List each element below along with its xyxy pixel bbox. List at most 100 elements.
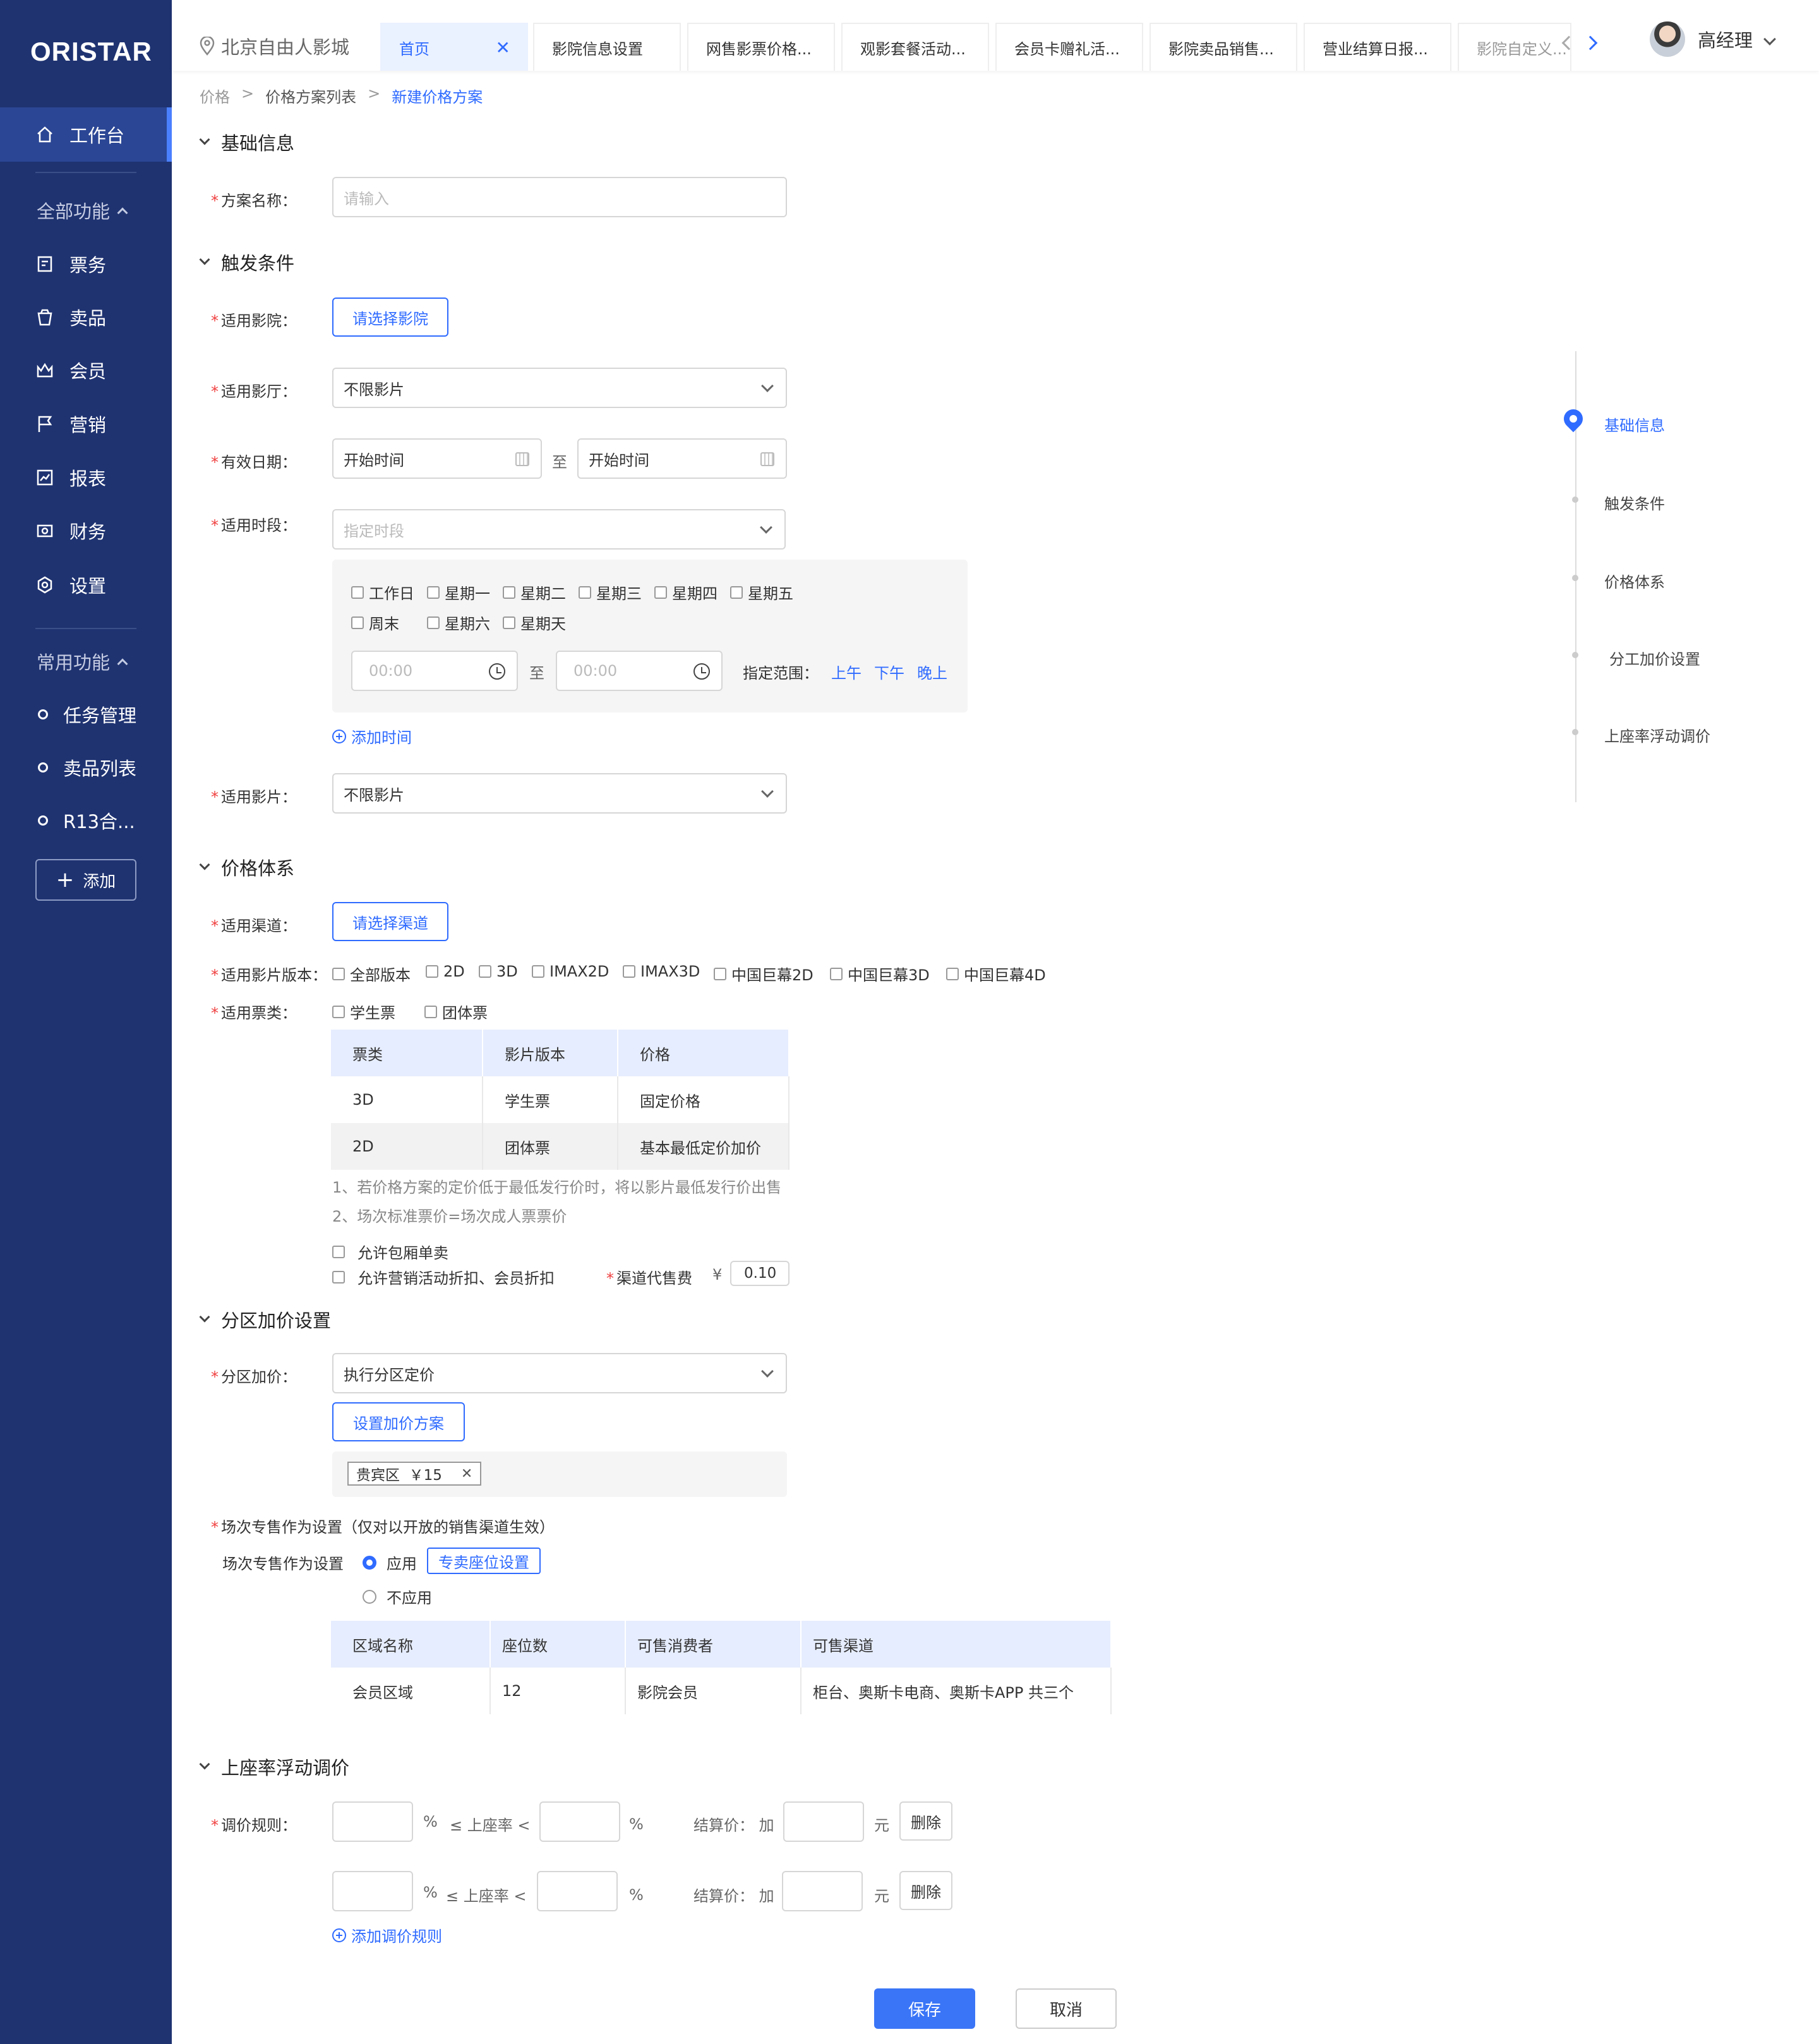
checkbox[interactable] xyxy=(730,586,743,599)
zone-price-select[interactable]: 执行分区定价 xyxy=(332,1353,787,1393)
hall-select[interactable]: 不限影片 xyxy=(332,368,787,408)
ticket-checkbox-group[interactable]: 团体票 xyxy=(424,1001,488,1023)
add-time-link[interactable]: 添加时间 xyxy=(332,725,412,747)
tab-cinema-info[interactable]: 影院信息设置 xyxy=(533,23,681,71)
channel-fee-input[interactable]: 0.10 xyxy=(730,1261,789,1286)
section-zone-pricing[interactable]: 分区加价设置 xyxy=(199,1306,331,1333)
checkbox[interactable] xyxy=(424,1005,437,1018)
radio-unchecked[interactable] xyxy=(363,1589,376,1604)
add-rule-link[interactable]: 添加调价规则 xyxy=(332,1924,442,1946)
checkbox[interactable] xyxy=(427,586,440,599)
tab-home[interactable]: 首页 ✕ xyxy=(380,23,528,71)
tab-online-price[interactable]: 网售影票价格... xyxy=(687,23,835,71)
day-checkbox-fri[interactable]: 星期五 xyxy=(730,581,793,603)
sidebar-item-workbench[interactable]: 工作台 xyxy=(0,107,172,162)
day-checkbox-weekend[interactable]: 周末 xyxy=(351,611,399,634)
film-select[interactable]: 不限影片 xyxy=(332,773,787,814)
sidebar-item-r13[interactable]: R13合... xyxy=(0,793,172,848)
day-checkbox-tue[interactable]: 星期二 xyxy=(503,581,566,603)
cancel-button[interactable]: 取消 xyxy=(1016,1988,1117,2029)
rule2-max-input[interactable] xyxy=(537,1871,618,1911)
select-cinema-button[interactable]: 请选择影院 xyxy=(332,298,448,337)
all-functions-toggle[interactable]: 全部功能 xyxy=(37,197,128,224)
range-morning-link[interactable]: 上午 xyxy=(831,661,861,683)
allow-private-checkbox[interactable]: 允许包厢单卖 xyxy=(332,1241,448,1263)
rule1-settle-input[interactable] xyxy=(783,1801,864,1842)
sidebar-item-finance[interactable]: 财务 xyxy=(0,503,172,558)
version-checkbox-imax2d[interactable]: IMAX2D xyxy=(532,963,609,980)
allow-discount-checkbox[interactable]: 允许营销活动折扣、会员折扣 xyxy=(332,1266,555,1288)
tab-package[interactable]: 观影套餐活动... xyxy=(841,23,989,71)
section-basic-info[interactable]: 基础信息 xyxy=(199,129,294,155)
anchor-basic-info[interactable]: 基础信息 xyxy=(1604,413,1665,435)
rule2-delete-button[interactable]: 删除 xyxy=(899,1871,952,1910)
sidebar-item-product[interactable]: 卖品 xyxy=(0,290,172,344)
rule2-settle-input[interactable] xyxy=(782,1871,863,1911)
exclusive-seat-button[interactable]: 专卖座位设置 xyxy=(427,1548,541,1574)
sidebar-item-report[interactable]: 报表 xyxy=(0,450,172,505)
plan-name-input[interactable]: 请输入 xyxy=(332,177,787,217)
anchor-occupancy[interactable]: 上座率浮动调价 xyxy=(1604,724,1710,746)
anchor-price-system[interactable]: 价格体系 xyxy=(1604,570,1665,592)
select-channel-button[interactable]: 请选择渠道 xyxy=(332,902,448,941)
checkbox[interactable] xyxy=(427,616,440,629)
close-icon[interactable]: ✕ xyxy=(496,37,510,58)
breadcrumb-item[interactable]: 价格 xyxy=(200,85,230,107)
section-trigger[interactable]: 触发条件 xyxy=(199,249,294,275)
rule1-max-input[interactable] xyxy=(539,1801,620,1842)
rule1-delete-button[interactable]: 删除 xyxy=(899,1801,952,1841)
tab-membercard-gift[interactable]: 会员卡赠礼活... xyxy=(995,23,1143,71)
checkbox[interactable] xyxy=(351,586,364,599)
version-checkbox-all[interactable]: 全部版本 xyxy=(332,963,411,985)
common-functions-toggle[interactable]: 常用功能 xyxy=(37,648,128,675)
day-checkbox-sun[interactable]: 星期天 xyxy=(503,611,566,634)
breadcrumb-item[interactable]: 价格方案列表 xyxy=(265,85,356,107)
apply-radio[interactable]: 应用 xyxy=(363,1551,417,1573)
user-menu[interactable]: 高经理 xyxy=(1650,21,1776,57)
checkbox[interactable] xyxy=(351,616,364,629)
checkbox[interactable] xyxy=(503,586,515,599)
close-icon[interactable]: ✕ xyxy=(461,1466,472,1482)
checkbox[interactable] xyxy=(579,586,591,599)
checkbox[interactable] xyxy=(830,967,843,980)
ticket-checkbox-student[interactable]: 学生票 xyxy=(332,1001,395,1023)
day-checkbox-wed[interactable]: 星期三 xyxy=(579,581,642,603)
anchor-trigger[interactable]: 触发条件 xyxy=(1604,491,1665,514)
range-evening-link[interactable]: 晚上 xyxy=(917,661,947,683)
tab-custom[interactable]: 影院自定义... xyxy=(1458,23,1571,71)
radio-checked[interactable] xyxy=(363,1555,376,1570)
version-checkbox-imax3d[interactable]: IMAX3D xyxy=(623,963,700,980)
checkbox[interactable] xyxy=(426,965,438,978)
anchor-zone-pricing[interactable]: 分工加价设置 xyxy=(1609,647,1700,669)
location-selector[interactable]: 北京自由人影城 xyxy=(200,33,349,59)
tab-daily-report[interactable]: 营业结算日报... xyxy=(1304,23,1451,71)
checkbox[interactable] xyxy=(332,1245,345,1258)
add-shortcut-button[interactable]: + 添加 xyxy=(35,859,136,901)
sidebar-item-settings[interactable]: 设置 xyxy=(0,558,172,612)
not-apply-radio[interactable]: 不应用 xyxy=(363,1585,432,1608)
time-start-input[interactable]: 00:00 xyxy=(351,651,518,691)
sidebar-item-member[interactable]: 会员 xyxy=(0,343,172,397)
checkbox[interactable] xyxy=(332,967,345,980)
period-select[interactable]: 指定时段 xyxy=(332,509,786,550)
checkbox[interactable] xyxy=(479,965,491,978)
day-checkbox-thu[interactable]: 星期四 xyxy=(654,581,717,603)
tab-product-sales[interactable]: 影院卖品销售... xyxy=(1150,23,1297,71)
checkbox[interactable] xyxy=(654,586,667,599)
time-end-input[interactable]: 00:00 xyxy=(556,651,723,691)
version-checkbox-cgs4d[interactable]: 中国巨幕4D xyxy=(946,963,1046,985)
version-checkbox-cgs2d[interactable]: 中国巨幕2D xyxy=(714,963,813,985)
checkbox[interactable] xyxy=(623,965,635,978)
checkbox[interactable] xyxy=(714,967,726,980)
version-checkbox-2d[interactable]: 2D xyxy=(426,963,465,980)
day-checkbox-workday[interactable]: 工作日 xyxy=(351,581,414,603)
checkbox[interactable] xyxy=(946,967,959,980)
sidebar-item-task[interactable]: 任务管理 xyxy=(0,687,172,742)
version-checkbox-cgs3d[interactable]: 中国巨幕3D xyxy=(830,963,930,985)
rule2-min-input[interactable] xyxy=(332,1871,413,1911)
date-start-input[interactable]: 开始时间 xyxy=(332,438,542,479)
sidebar-item-marketing[interactable]: 营销 xyxy=(0,397,172,451)
day-checkbox-sat[interactable]: 星期六 xyxy=(427,611,490,634)
day-checkbox-mon[interactable]: 星期一 xyxy=(427,581,490,603)
checkbox[interactable] xyxy=(532,965,544,978)
